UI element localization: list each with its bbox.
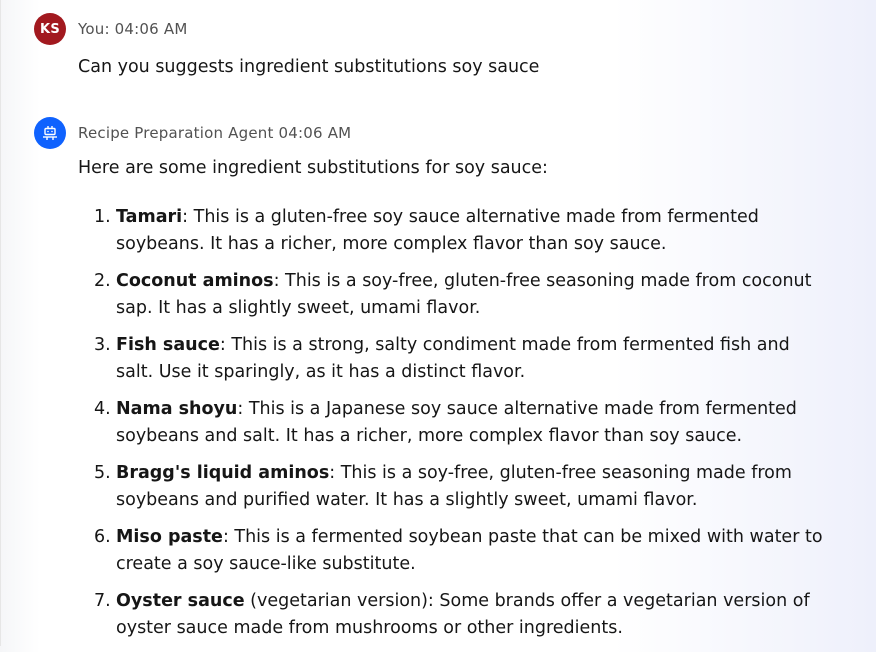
user-avatar: KS xyxy=(34,13,66,45)
item-description: : This is a fermented soybean paste that… xyxy=(116,527,823,574)
robot-icon xyxy=(43,126,57,140)
item-name: Miso paste xyxy=(116,527,223,547)
agent-avatar xyxy=(34,117,66,149)
user-message: KS You: 04:06 AM Can you suggests ingred… xyxy=(34,13,876,81)
item-description: : This is a gluten-free soy sauce altern… xyxy=(116,207,759,254)
user-sender-label: You: 04:06 AM xyxy=(78,20,188,38)
agent-intro-text: Here are some ingredient substitutions f… xyxy=(78,158,548,178)
agent-sender-label: Recipe Preparation Agent 04:06 AM xyxy=(78,124,352,142)
item-number: 2. xyxy=(94,271,111,291)
list-item: 3. Fish sauce: This is a strong, salty co… xyxy=(86,332,826,386)
list-item: 6. Miso paste: This is a fermented soybea… xyxy=(86,524,826,578)
item-name: Nama shoyu xyxy=(116,399,238,419)
agent-message-header: Recipe Preparation Agent 04:06 AM xyxy=(34,117,876,149)
item-number: 4. xyxy=(94,399,111,419)
item-name: Oyster sauce xyxy=(116,591,245,611)
item-number: 1. xyxy=(94,207,111,227)
list-item: 2. Coconut aminos: This is a soy-free, gl… xyxy=(86,268,826,322)
item-number: 6. xyxy=(94,527,111,547)
substitutions-list: 1. Tamari: This is a gluten-free soy sauc… xyxy=(86,204,826,642)
item-number: 5. xyxy=(94,463,111,483)
list-item: 5. Bragg's liquid aminos: This is a soy-f… xyxy=(86,460,826,514)
item-name: Fish sauce xyxy=(116,335,220,355)
user-message-header: KS You: 04:06 AM xyxy=(34,13,876,45)
item-name: Bragg's liquid aminos xyxy=(116,463,330,483)
item-number: 7. xyxy=(94,591,111,611)
agent-message: Recipe Preparation Agent 04:06 AM Here a… xyxy=(34,117,876,652)
list-item: 1. Tamari: This is a gluten-free soy sauc… xyxy=(86,204,826,258)
list-item: 4. Nama shoyu: This is a Japanese soy sau… xyxy=(86,396,826,450)
item-number: 3. xyxy=(94,335,111,355)
item-name: Coconut aminos xyxy=(116,271,274,291)
list-item: 7. Oyster sauce (vegetarian version): Som… xyxy=(86,588,826,642)
item-name: Tamari xyxy=(116,207,183,227)
user-message-text: Can you suggests ingredient substitution… xyxy=(78,57,540,77)
